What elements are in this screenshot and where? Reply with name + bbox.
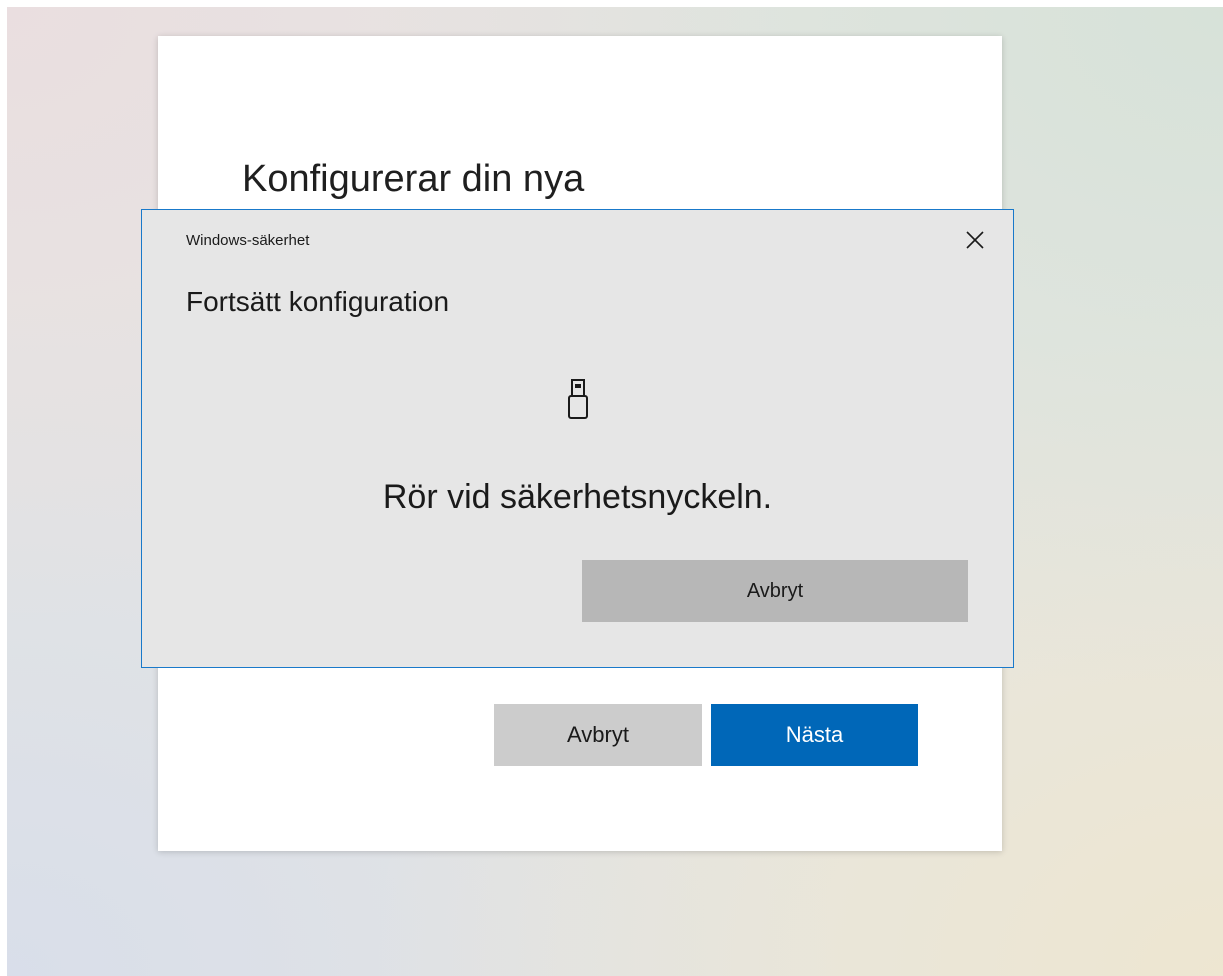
dialog-app-name: Windows-säkerhet [186, 232, 310, 249]
wizard-title: Konfigurerar din nya [242, 158, 585, 200]
dialog-message: Rör vid säkerhetsnyckeln. [382, 478, 773, 516]
wizard-cancel-button[interactable]: Avbryt [494, 704, 702, 766]
close-icon[interactable] [963, 228, 987, 252]
wizard-next-button[interactable]: Nästa [711, 704, 918, 766]
dialog-heading: Fortsätt konfiguration [186, 286, 450, 317]
wizard-actions: Avbryt Nästa [494, 704, 918, 766]
usb-security-key-icon [568, 379, 588, 419]
windows-security-dialog: Windows-säkerhet Fortsätt konfiguration … [141, 209, 1014, 668]
dialog-cancel-button[interactable]: Avbryt [582, 560, 968, 622]
